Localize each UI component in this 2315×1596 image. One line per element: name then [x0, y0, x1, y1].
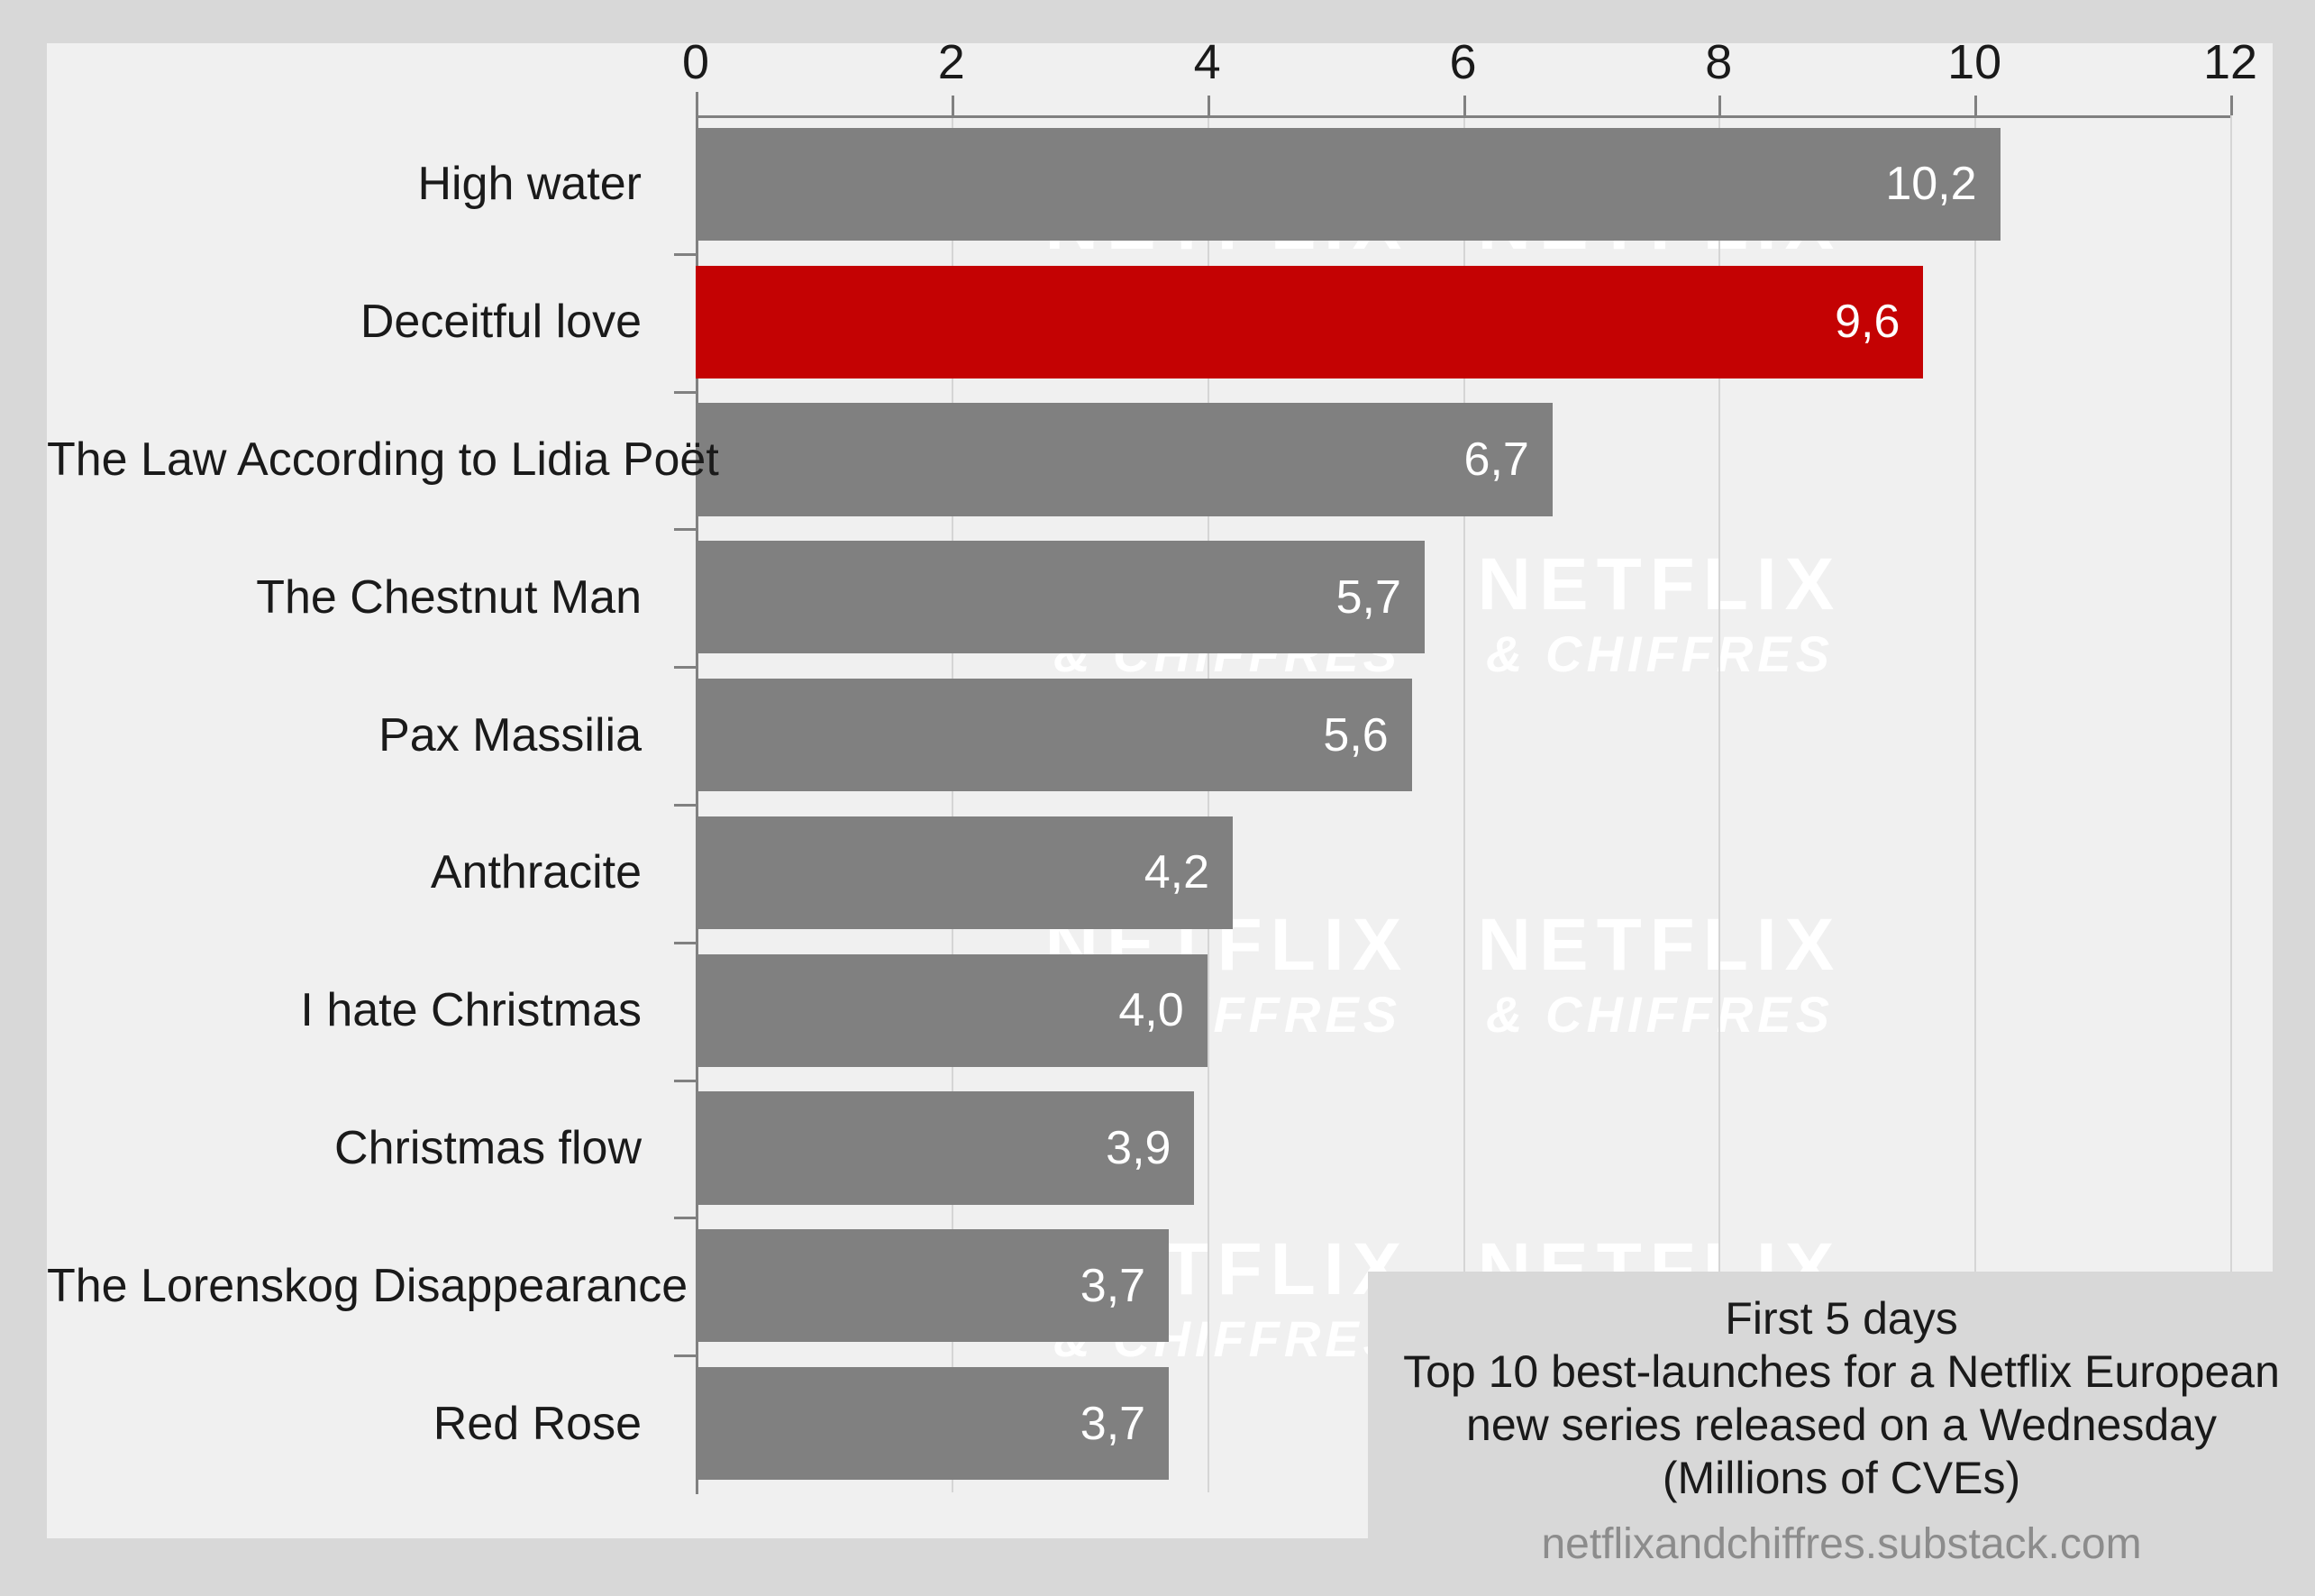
bar-row: 6,7 [696, 403, 2230, 516]
bar-highlighted[interactable] [696, 265, 1924, 378]
x-tickmark [2230, 96, 2233, 115]
bar-value-label: 5,6 [1323, 708, 1389, 762]
axis-spine-top [696, 115, 2230, 118]
y-category-label: The Law According to Lidia Poët [47, 433, 719, 486]
bar-row: 9,6 [696, 265, 2230, 378]
bar-value-label: 3,7 [1080, 1397, 1146, 1450]
y-tickmark [674, 941, 696, 944]
x-tick-label: 12 [2202, 43, 2258, 89]
y-tickmark [674, 1354, 696, 1358]
y-category-label: The Chestnut Man [256, 570, 642, 624]
x-tick-label: 4 [1193, 43, 1221, 89]
caption-source-url: netflixandchiffres.substack.com [1541, 1519, 2142, 1568]
y-tickmark [674, 804, 696, 807]
caption-box: First 5 days Top 10 best-launches for a … [1368, 1272, 2315, 1596]
bar-value-label: 3,7 [1080, 1259, 1146, 1312]
bar-value-label: 9,6 [1835, 296, 1900, 349]
caption-line-1: First 5 days [1725, 1292, 1958, 1344]
x-tickmark [1463, 96, 1466, 115]
bar-row: 3,9 [696, 1091, 2230, 1205]
y-tickmark [674, 390, 696, 394]
bar[interactable] [696, 678, 1412, 792]
y-category-label: The Lorenskog Disappearance [47, 1259, 688, 1312]
x-tick-label: 8 [1705, 43, 1733, 89]
x-tickmark [696, 96, 698, 115]
bar[interactable] [696, 127, 2001, 242]
y-category-label: Deceitful love [360, 296, 642, 349]
y-tickmark [674, 1217, 696, 1220]
x-tickmark [951, 96, 954, 115]
y-category-label: High water [417, 158, 642, 211]
y-tickmark [674, 1079, 696, 1082]
bar-value-label: 10,2 [1885, 158, 1977, 211]
figure-root: NETFLIX& CHIFFRESNETFLIX& CHIFFRESNETFLI… [0, 0, 2315, 1596]
bar-value-label: 4,0 [1118, 984, 1184, 1037]
bar-value-label: 3,9 [1106, 1121, 1171, 1174]
bar-row: 4,2 [696, 816, 2230, 930]
y-category-label: Anthracite [430, 846, 642, 899]
x-tick-label: 10 [1947, 43, 2002, 89]
y-category-label: Christmas flow [334, 1122, 642, 1174]
caption-line-4: (Millions of CVEs) [1662, 1452, 2021, 1503]
bar-row: 4,0 [696, 953, 2230, 1067]
y-tickmark [674, 528, 696, 532]
caption-line-3: new series released on a Wednesday [1466, 1399, 2217, 1450]
bar[interactable] [696, 403, 1553, 516]
bar-value-label: 4,2 [1144, 846, 1210, 899]
bar-row: 5,6 [696, 678, 2230, 792]
x-tickmark [1974, 96, 1978, 115]
y-tickmark [674, 252, 696, 256]
x-tick-label: 2 [937, 43, 965, 89]
y-tickmark [674, 666, 696, 670]
x-tick-label: 0 [681, 43, 710, 89]
caption-line-2: Top 10 best-launches for a Netflix Europ… [1403, 1345, 2280, 1397]
bar-row: 5,7 [696, 541, 2230, 654]
bar-row: 10,2 [696, 127, 2230, 242]
y-category-label: Pax Massilia [378, 708, 642, 762]
x-tick-label: 6 [1449, 43, 1477, 89]
y-category-label: Red Rose [433, 1397, 642, 1450]
x-tickmark [1207, 96, 1210, 115]
bar[interactable] [696, 541, 1425, 654]
bar-value-label: 5,7 [1335, 570, 1401, 624]
bar-value-label: 6,7 [1463, 433, 1529, 486]
y-category-label: I hate Christmas [300, 984, 642, 1037]
x-tickmark [1718, 96, 1722, 115]
